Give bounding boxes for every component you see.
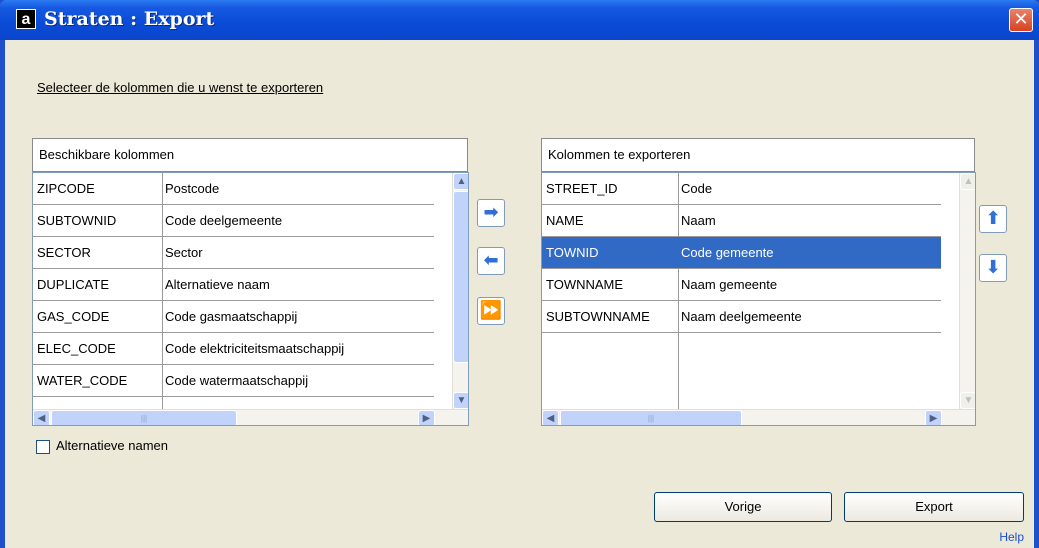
export-columns-list[interactable]: STREET_ID Code NAME Naam TOWNID Code gemeente… xyxy=(541,172,976,426)
app-logo-icon: a xyxy=(16,9,36,29)
column-description: Code deelgemeente xyxy=(165,213,283,228)
scroll-down-icon[interactable]: ▼ xyxy=(960,392,975,409)
scroll-up-icon[interactable]: ▲ xyxy=(960,173,975,190)
list-item[interactable]: TOWNNAME Naam gemeente xyxy=(542,269,941,301)
column-code: TOWNNAME xyxy=(546,277,624,292)
window-title: Straten : Export xyxy=(44,8,215,30)
column-code: TOWNID xyxy=(546,245,599,260)
scroll-right-icon[interactable]: ▶ xyxy=(418,410,435,425)
close-button[interactable]: ✕ xyxy=(1009,8,1033,32)
list-item[interactable]: NAME Naam xyxy=(542,205,941,237)
list-item[interactable]: SUBTOWNID Code deelgemeente xyxy=(33,205,434,237)
column-code: STREET_ID xyxy=(546,181,618,196)
export-dialog: a Straten : Export ✕ Selecteer de kolomm… xyxy=(0,0,1039,548)
move-down-button[interactable]: ⬇ xyxy=(979,254,1007,282)
available-columns-list[interactable]: ZIPCODE Postcode SUBTOWNID Code deelgemeent… xyxy=(32,172,469,426)
scroll-right-icon[interactable]: ▶ xyxy=(925,410,942,425)
list-item[interactable]: SUBTOWNNAME Naam deelgemeente xyxy=(542,301,941,333)
scroll-up-icon[interactable]: ▲ xyxy=(453,173,468,190)
column-code: ELEC_CODE xyxy=(37,341,116,356)
column-description: Naam gemeente xyxy=(681,277,778,292)
available-columns-header: Beschikbare kolommen xyxy=(32,138,468,172)
add-column-button[interactable]: ➡ xyxy=(477,199,505,227)
column-description: Code gemeente xyxy=(681,245,774,260)
export-button[interactable]: Export xyxy=(844,492,1024,522)
list-item[interactable]: TOWNID Code gemeente xyxy=(542,237,941,269)
column-code: SECTOR xyxy=(37,245,91,260)
column-code: WATER_CODE xyxy=(37,373,128,388)
scroll-down-icon[interactable]: ▼ xyxy=(453,392,468,409)
column-code: GAS_CODE xyxy=(37,309,110,324)
column-description: Sector xyxy=(165,245,203,260)
available-horizontal-scrollbar[interactable]: ◀ ||| ▶ xyxy=(33,409,468,425)
column-description: Code xyxy=(681,181,713,196)
column-code: SUBTOWNID xyxy=(37,213,117,228)
move-up-button[interactable]: ⬆ xyxy=(979,205,1007,233)
column-description: Naam xyxy=(681,213,716,228)
column-code: SUBTOWNNAME xyxy=(546,309,650,324)
help-link[interactable]: Help xyxy=(999,530,1024,544)
list-item[interactable]: STREET_ID Code xyxy=(542,173,941,205)
list-item[interactable]: DUPLICATE Alternatieve naam xyxy=(33,269,434,301)
previous-button[interactable]: Vorige xyxy=(654,492,832,522)
column-code: NAME xyxy=(546,213,584,228)
column-code: DUPLICATE xyxy=(37,277,109,292)
alternative-names-checkbox[interactable] xyxy=(36,440,50,454)
scrollbar-thumb[interactable]: ||| xyxy=(560,410,742,425)
instruction-text: Selecteer de kolommen die u wenst te exp… xyxy=(37,80,324,95)
export-columns-header: Kolommen te exporteren xyxy=(541,138,975,172)
alternative-names-label: Alternatieve namen xyxy=(56,438,169,453)
scroll-left-icon[interactable]: ◀ xyxy=(33,410,50,425)
export-horizontal-scrollbar[interactable]: ◀ ||| ▶ xyxy=(542,409,975,425)
scrollbar-thumb[interactable] xyxy=(453,191,468,363)
export-vertical-scrollbar[interactable]: ▲ ▼ xyxy=(959,173,975,409)
column-description: Code gasmaatschappij xyxy=(165,309,298,324)
column-description: Alternatieve naam xyxy=(165,277,270,292)
title-bar[interactable]: a Straten : Export ✕ xyxy=(0,0,1039,40)
list-item[interactable]: ELEC_CODE Code elektriciteitsmaatschappij xyxy=(33,333,434,365)
column-code: ZIPCODE xyxy=(37,181,95,196)
list-item[interactable]: GAS_CODE Code gasmaatschappij xyxy=(33,301,434,333)
column-description: Naam deelgemeente xyxy=(681,309,802,324)
available-vertical-scrollbar[interactable]: ▲ ▼ xyxy=(452,173,468,409)
column-description: Code elektriciteitsmaatschappij xyxy=(165,341,345,356)
column-description: Code watermaatschappij xyxy=(165,373,309,388)
scrollbar-thumb[interactable]: ||| xyxy=(51,410,237,425)
column-description: Postcode xyxy=(165,181,220,196)
list-item[interactable]: WATER_CODE Code watermaatschappij xyxy=(33,365,434,397)
add-all-columns-button[interactable]: ⏩ xyxy=(477,297,505,325)
scroll-left-icon[interactable]: ◀ xyxy=(542,410,559,425)
list-item[interactable]: SECTOR Sector xyxy=(33,237,434,269)
list-item[interactable]: ZIPCODE Postcode xyxy=(33,173,434,205)
remove-column-button[interactable]: ⬅ xyxy=(477,247,505,275)
